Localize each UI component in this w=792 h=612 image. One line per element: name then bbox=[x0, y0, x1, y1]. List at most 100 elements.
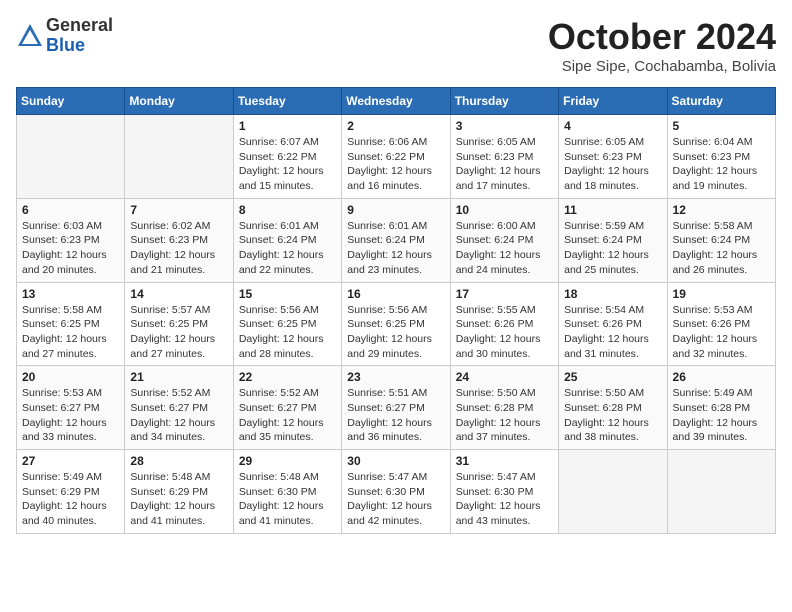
day-number: 5 bbox=[673, 119, 770, 133]
day-number: 26 bbox=[673, 370, 770, 384]
logo-icon bbox=[16, 22, 44, 50]
calendar-cell bbox=[17, 115, 125, 199]
calendar-cell: 23 Sunrise: 5:51 AMSunset: 6:27 PMDayligh… bbox=[342, 366, 450, 450]
day-number: 31 bbox=[456, 454, 553, 468]
col-sunday: Sunday bbox=[17, 88, 125, 115]
day-number: 7 bbox=[130, 203, 227, 217]
day-number: 12 bbox=[673, 203, 770, 217]
col-saturday: Saturday bbox=[667, 88, 775, 115]
col-tuesday: Tuesday bbox=[233, 88, 341, 115]
day-info: Sunrise: 6:07 AMSunset: 6:22 PMDaylight:… bbox=[239, 135, 336, 194]
logo: General Blue bbox=[16, 16, 113, 56]
day-info: Sunrise: 6:05 AMSunset: 6:23 PMDaylight:… bbox=[564, 135, 661, 194]
month-title: October 2024 bbox=[548, 16, 776, 58]
calendar-cell: 5 Sunrise: 6:04 AMSunset: 6:23 PMDaylight… bbox=[667, 115, 775, 199]
day-info: Sunrise: 5:56 AMSunset: 6:25 PMDaylight:… bbox=[239, 303, 336, 362]
day-number: 9 bbox=[347, 203, 444, 217]
calendar-cell: 21Sunrise: 5:52 AMSunset: 6:27 PMDayligh… bbox=[125, 366, 233, 450]
calendar-cell: 9 Sunrise: 6:01 AMSunset: 6:24 PMDaylight… bbox=[342, 198, 450, 282]
day-number: 1 bbox=[239, 119, 336, 133]
day-info: Sunrise: 5:53 AMSunset: 6:27 PMDaylight:… bbox=[22, 386, 119, 445]
calendar-cell: 18Sunrise: 5:54 AMSunset: 6:26 PMDayligh… bbox=[559, 282, 667, 366]
day-info: Sunrise: 5:59 AMSunset: 6:24 PMDaylight:… bbox=[564, 219, 661, 278]
day-number: 10 bbox=[456, 203, 553, 217]
calendar-cell: 20Sunrise: 5:53 AMSunset: 6:27 PMDayligh… bbox=[17, 366, 125, 450]
calendar-week-2: 6Sunrise: 6:03 AMSunset: 6:23 PMDaylight… bbox=[17, 198, 776, 282]
calendar-cell: 13 Sunrise: 5:58 AMSunset: 6:25 PMDayligh… bbox=[17, 282, 125, 366]
calendar-week-4: 20Sunrise: 5:53 AMSunset: 6:27 PMDayligh… bbox=[17, 366, 776, 450]
day-info: Sunrise: 5:48 AMSunset: 6:29 PMDaylight:… bbox=[130, 470, 227, 529]
day-info: Sunrise: 5:53 AMSunset: 6:26 PMDaylight:… bbox=[673, 303, 770, 362]
day-info: Sunrise: 6:04 AMSunset: 6:23 PMDaylight:… bbox=[673, 135, 770, 194]
day-info: Sunrise: 5:55 AMSunset: 6:26 PMDaylight:… bbox=[456, 303, 553, 362]
day-info: Sunrise: 5:52 AMSunset: 6:27 PMDaylight:… bbox=[130, 386, 227, 445]
day-number: 28 bbox=[130, 454, 227, 468]
day-info: Sunrise: 6:01 AMSunset: 6:24 PMDaylight:… bbox=[347, 219, 444, 278]
day-number: 4 bbox=[564, 119, 661, 133]
day-info: Sunrise: 6:02 AMSunset: 6:23 PMDaylight:… bbox=[130, 219, 227, 278]
day-info: Sunrise: 6:00 AMSunset: 6:24 PMDaylight:… bbox=[456, 219, 553, 278]
calendar-cell: 6Sunrise: 6:03 AMSunset: 6:23 PMDaylight… bbox=[17, 198, 125, 282]
day-number: 24 bbox=[456, 370, 553, 384]
logo-blue: Blue bbox=[46, 36, 113, 56]
calendar-cell: 1 Sunrise: 6:07 AMSunset: 6:22 PMDaylight… bbox=[233, 115, 341, 199]
day-info: Sunrise: 5:50 AMSunset: 6:28 PMDaylight:… bbox=[456, 386, 553, 445]
calendar-week-5: 27Sunrise: 5:49 AMSunset: 6:29 PMDayligh… bbox=[17, 450, 776, 534]
day-number: 30 bbox=[347, 454, 444, 468]
day-info: Sunrise: 5:49 AMSunset: 6:28 PMDaylight:… bbox=[673, 386, 770, 445]
calendar-cell: 19Sunrise: 5:53 AMSunset: 6:26 PMDayligh… bbox=[667, 282, 775, 366]
day-info: Sunrise: 5:51 AMSunset: 6:27 PMDaylight:… bbox=[347, 386, 444, 445]
calendar-cell: 3 Sunrise: 6:05 AMSunset: 6:23 PMDaylight… bbox=[450, 115, 558, 199]
calendar-cell: 14 Sunrise: 5:57 AMSunset: 6:25 PMDayligh… bbox=[125, 282, 233, 366]
day-info: Sunrise: 5:56 AMSunset: 6:25 PMDaylight:… bbox=[347, 303, 444, 362]
calendar-cell: 28 Sunrise: 5:48 AMSunset: 6:29 PMDayligh… bbox=[125, 450, 233, 534]
title-area: October 2024 Sipe Sipe, Cochabamba, Boli… bbox=[548, 16, 776, 75]
col-friday: Friday bbox=[559, 88, 667, 115]
day-number: 29 bbox=[239, 454, 336, 468]
calendar-cell: 17Sunrise: 5:55 AMSunset: 6:26 PMDayligh… bbox=[450, 282, 558, 366]
day-info: Sunrise: 5:54 AMSunset: 6:26 PMDaylight:… bbox=[564, 303, 661, 362]
day-number: 8 bbox=[239, 203, 336, 217]
day-info: Sunrise: 5:57 AMSunset: 6:25 PMDaylight:… bbox=[130, 303, 227, 362]
calendar-cell: 8 Sunrise: 6:01 AMSunset: 6:24 PMDaylight… bbox=[233, 198, 341, 282]
day-number: 25 bbox=[564, 370, 661, 384]
calendar-cell: 12 Sunrise: 5:58 AMSunset: 6:24 PMDayligh… bbox=[667, 198, 775, 282]
calendar-cell: 4 Sunrise: 6:05 AMSunset: 6:23 PMDaylight… bbox=[559, 115, 667, 199]
day-number: 14 bbox=[130, 287, 227, 301]
col-monday: Monday bbox=[125, 88, 233, 115]
page-header: General Blue October 2024 Sipe Sipe, Coc… bbox=[16, 16, 776, 75]
calendar-cell bbox=[125, 115, 233, 199]
logo-text: General Blue bbox=[46, 16, 113, 56]
calendar-cell: 25Sunrise: 5:50 AMSunset: 6:28 PMDayligh… bbox=[559, 366, 667, 450]
day-info: Sunrise: 5:58 AMSunset: 6:24 PMDaylight:… bbox=[673, 219, 770, 278]
day-number: 23 bbox=[347, 370, 444, 384]
calendar-week-1: 1 Sunrise: 6:07 AMSunset: 6:22 PMDaylight… bbox=[17, 115, 776, 199]
calendar-cell: 10 Sunrise: 6:00 AMSunset: 6:24 PMDayligh… bbox=[450, 198, 558, 282]
calendar-cell: 11Sunrise: 5:59 AMSunset: 6:24 PMDayligh… bbox=[559, 198, 667, 282]
calendar-cell: 7 Sunrise: 6:02 AMSunset: 6:23 PMDaylight… bbox=[125, 198, 233, 282]
day-info: Sunrise: 5:47 AMSunset: 6:30 PMDaylight:… bbox=[347, 470, 444, 529]
calendar-cell: 15 Sunrise: 5:56 AMSunset: 6:25 PMDayligh… bbox=[233, 282, 341, 366]
day-number: 16 bbox=[347, 287, 444, 301]
day-info: Sunrise: 5:58 AMSunset: 6:25 PMDaylight:… bbox=[22, 303, 119, 362]
calendar-header-row: Sunday Monday Tuesday Wednesday Thursday… bbox=[17, 88, 776, 115]
location-subtitle: Sipe Sipe, Cochabamba, Bolivia bbox=[548, 58, 776, 75]
day-info: Sunrise: 6:05 AMSunset: 6:23 PMDaylight:… bbox=[456, 135, 553, 194]
calendar-cell: 26 Sunrise: 5:49 AMSunset: 6:28 PMDayligh… bbox=[667, 366, 775, 450]
calendar-cell: 31 Sunrise: 5:47 AMSunset: 6:30 PMDayligh… bbox=[450, 450, 558, 534]
day-number: 22 bbox=[239, 370, 336, 384]
calendar-cell: 29 Sunrise: 5:48 AMSunset: 6:30 PMDayligh… bbox=[233, 450, 341, 534]
day-number: 15 bbox=[239, 287, 336, 301]
calendar-cell: 2Sunrise: 6:06 AMSunset: 6:22 PMDaylight… bbox=[342, 115, 450, 199]
calendar-cell: 16 Sunrise: 5:56 AMSunset: 6:25 PMDayligh… bbox=[342, 282, 450, 366]
logo-general: General bbox=[46, 16, 113, 36]
calendar-table: Sunday Monday Tuesday Wednesday Thursday… bbox=[16, 87, 776, 534]
day-info: Sunrise: 5:47 AMSunset: 6:30 PMDaylight:… bbox=[456, 470, 553, 529]
calendar-cell: 22Sunrise: 5:52 AMSunset: 6:27 PMDayligh… bbox=[233, 366, 341, 450]
day-info: Sunrise: 5:49 AMSunset: 6:29 PMDaylight:… bbox=[22, 470, 119, 529]
day-number: 3 bbox=[456, 119, 553, 133]
day-number: 2 bbox=[347, 119, 444, 133]
day-info: Sunrise: 6:01 AMSunset: 6:24 PMDaylight:… bbox=[239, 219, 336, 278]
day-number: 13 bbox=[22, 287, 119, 301]
day-info: Sunrise: 5:48 AMSunset: 6:30 PMDaylight:… bbox=[239, 470, 336, 529]
